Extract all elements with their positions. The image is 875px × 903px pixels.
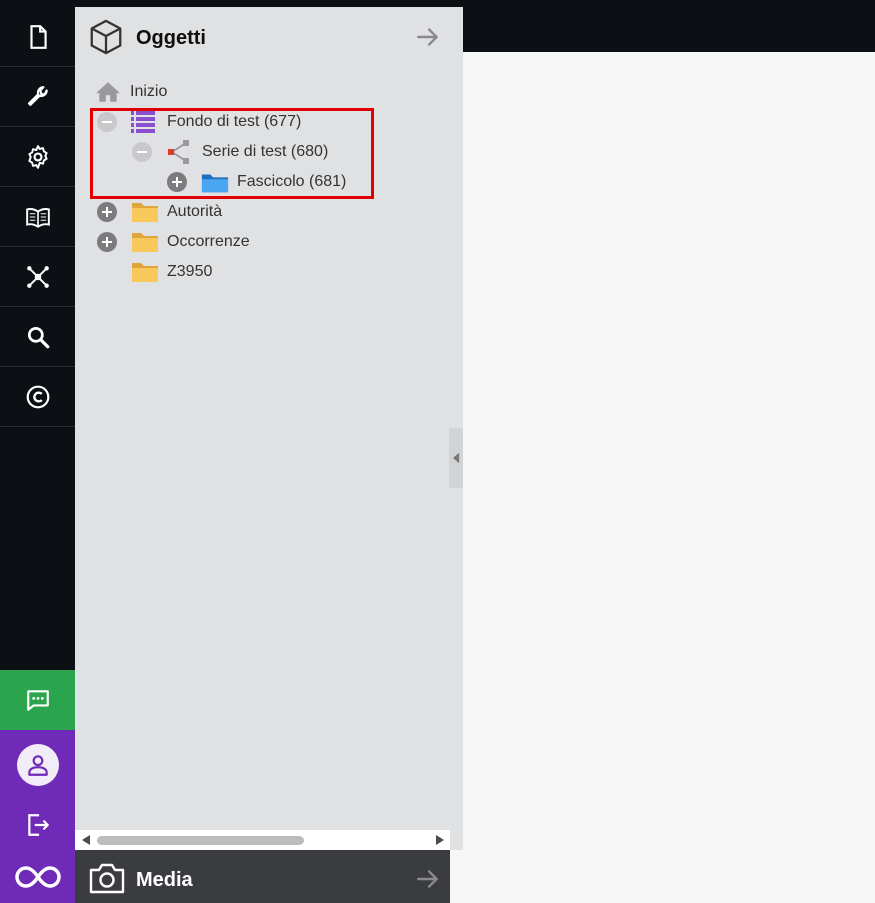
chat-icon xyxy=(26,690,49,711)
collapse-toggle[interactable] xyxy=(132,142,152,162)
toggle-spacer xyxy=(97,262,117,282)
network-icon xyxy=(26,265,49,288)
expand-toggle[interactable] xyxy=(97,232,117,252)
tree-item-fondo[interactable]: Fondo di test (677) xyxy=(97,107,301,137)
tree-item-inizio[interactable]: Inizio xyxy=(95,77,167,107)
tree-item-serie[interactable]: Serie di test (680) xyxy=(132,137,328,167)
gear-icon xyxy=(27,144,48,169)
panel-title: Oggetti xyxy=(136,27,206,49)
tree-item-label: Serie di test (680) xyxy=(202,143,329,160)
expand-toggle[interactable] xyxy=(167,172,187,192)
collapse-toggle[interactable] xyxy=(97,112,117,132)
tree-item-occorrenze[interactable]: Occorrenze xyxy=(97,227,250,257)
app-logo[interactable] xyxy=(0,850,75,903)
arrow-right-icon[interactable] xyxy=(415,866,441,892)
infinity-logo-icon xyxy=(14,865,61,888)
rail-settings[interactable] xyxy=(0,127,75,187)
blue-folder-icon xyxy=(201,170,229,194)
tree-item-label: Occorrenze xyxy=(167,233,250,250)
logout-icon xyxy=(27,814,49,836)
tree-item-label: Z3950 xyxy=(167,263,213,280)
chat-button[interactable] xyxy=(0,670,75,730)
tree-item-z3950[interactable]: Z3950 xyxy=(97,257,212,287)
expand-toggle[interactable] xyxy=(97,202,117,222)
home-icon xyxy=(95,80,122,104)
logout-button[interactable] xyxy=(0,800,75,850)
search-icon xyxy=(27,326,49,348)
tree-item-fascicolo[interactable]: Fascicolo (681) xyxy=(167,167,346,197)
cube-icon xyxy=(90,19,122,55)
scroll-right-arrow[interactable] xyxy=(436,835,444,845)
share-node-icon xyxy=(166,140,194,164)
document-icon xyxy=(29,24,47,49)
list-stack-icon xyxy=(131,110,159,134)
horizontal-scrollbar[interactable] xyxy=(75,830,450,850)
side-rail xyxy=(0,0,75,903)
tree-item-label: Fascicolo (681) xyxy=(237,173,347,190)
folder-icon xyxy=(131,230,159,254)
top-bar xyxy=(463,0,875,52)
wrench-icon xyxy=(27,85,48,106)
folder-icon xyxy=(131,260,159,284)
top-strip xyxy=(75,0,463,7)
rail-manual[interactable] xyxy=(0,187,75,247)
user-icon xyxy=(27,755,48,776)
objects-panel-header: Oggetti xyxy=(75,7,463,67)
user-profile-button[interactable] xyxy=(0,730,75,800)
tree-item-label: Fondo di test (677) xyxy=(167,113,302,130)
scroll-left-arrow[interactable] xyxy=(82,835,90,845)
rail-documents[interactable] xyxy=(0,7,75,67)
rail-search[interactable] xyxy=(0,307,75,367)
rail-tools[interactable] xyxy=(0,67,75,127)
tree-item-label: Autorità xyxy=(167,203,223,220)
book-icon xyxy=(25,207,50,228)
tree-item-autorita[interactable]: Autorità xyxy=(97,197,222,227)
folder-icon xyxy=(131,200,159,224)
media-panel-header[interactable]: Media xyxy=(75,850,450,903)
arrow-right-icon[interactable] xyxy=(415,24,441,50)
rail-network[interactable] xyxy=(0,247,75,307)
scrollbar-thumb[interactable] xyxy=(97,836,304,845)
tree-item-label: Inizio xyxy=(130,83,168,100)
copyright-icon xyxy=(26,385,49,408)
camera-icon xyxy=(89,863,125,894)
media-title: Media xyxy=(136,869,193,891)
rail-copyright[interactable] xyxy=(0,367,75,427)
avatar xyxy=(16,744,59,786)
panel-splitter-handle[interactable] xyxy=(449,428,463,488)
chevron-left-icon xyxy=(452,452,459,464)
